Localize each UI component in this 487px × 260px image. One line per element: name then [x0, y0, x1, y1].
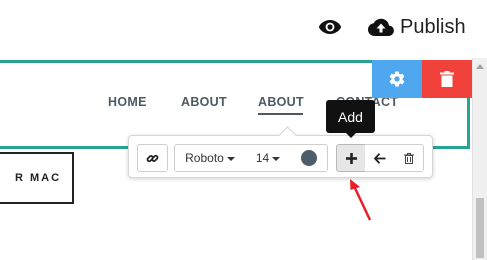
editor-topbar: Publish: [0, 0, 487, 58]
cloud-upload-icon: [368, 16, 394, 38]
nav-link-about-active[interactable]: ABOUT: [258, 95, 304, 109]
font-size-value: 14: [255, 151, 270, 165]
annotation-arrow-icon: [350, 179, 372, 221]
add-tooltip: Add: [326, 100, 375, 138]
trash-icon: [440, 71, 454, 87]
scroll-thumb[interactable]: [476, 198, 484, 258]
trash-icon: [403, 152, 414, 164]
gear-icon: [389, 71, 405, 87]
scroll-up-arrow-icon[interactable]: [476, 64, 484, 69]
block-delete-button[interactable]: [422, 60, 472, 98]
vertical-scrollbar[interactable]: [472, 58, 487, 260]
eye-icon: [318, 20, 342, 34]
tooltip-label: Add: [338, 108, 363, 125]
block-settings-button[interactable]: [372, 60, 422, 98]
preview-button[interactable]: [316, 14, 344, 40]
text-format-toolbar: Roboto 14: [128, 135, 433, 178]
plus-icon: [345, 152, 357, 164]
font-family-dropdown[interactable]: Roboto: [174, 144, 246, 172]
chevron-down-icon: [272, 157, 281, 161]
color-swatch: [301, 150, 317, 166]
font-family-value: Roboto: [185, 151, 224, 165]
delete-element-button[interactable]: [394, 144, 424, 172]
nav-link-about[interactable]: ABOUT: [181, 95, 227, 109]
link-icon: [146, 154, 159, 162]
back-button[interactable]: [365, 144, 395, 172]
publish-button[interactable]: Publish: [368, 12, 466, 42]
link-button[interactable]: [137, 144, 168, 172]
page-cta-button[interactable]: R MAC: [0, 152, 74, 204]
active-nav-underline: [258, 113, 303, 115]
publish-label: Publish: [400, 15, 466, 38]
add-button[interactable]: [336, 144, 366, 172]
chevron-down-icon: [226, 157, 235, 161]
font-size-dropdown[interactable]: 14: [245, 144, 292, 172]
text-color-picker[interactable]: [291, 144, 328, 172]
nav-link-home[interactable]: HOME: [108, 95, 147, 109]
page-cta-label: R MAC: [14, 172, 62, 184]
arrow-left-icon: [373, 152, 385, 164]
